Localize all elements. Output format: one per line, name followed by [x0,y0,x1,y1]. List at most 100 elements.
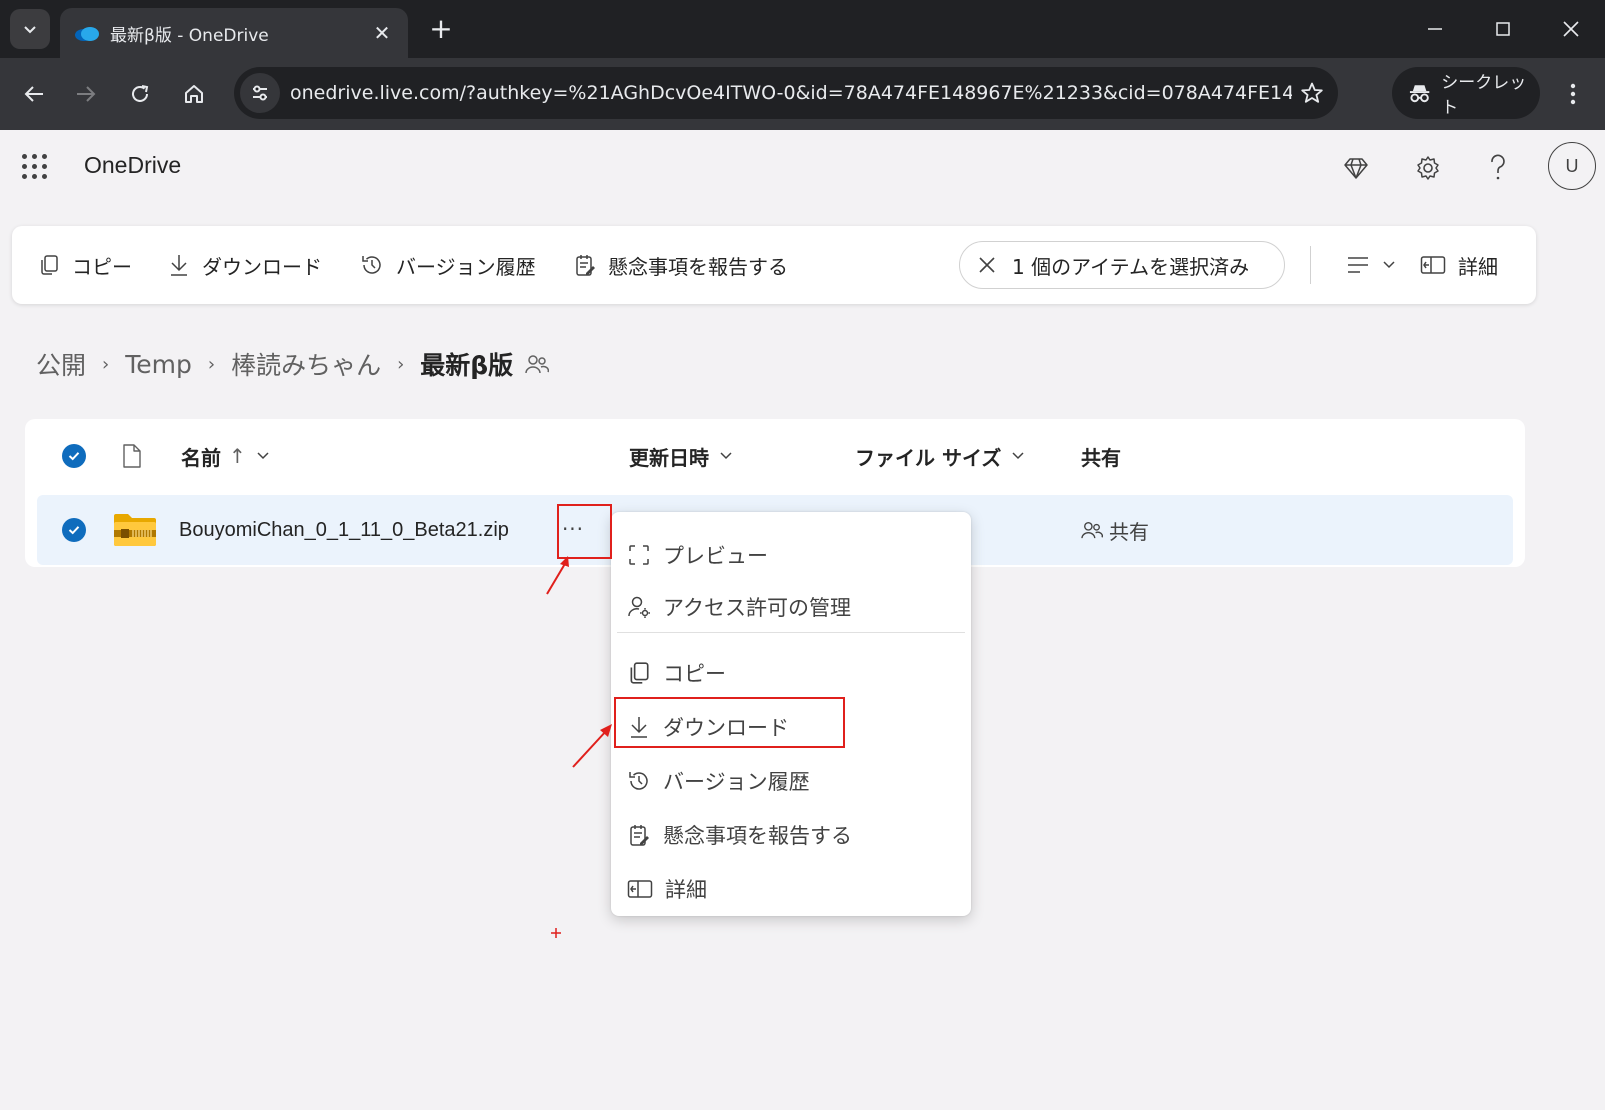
bookmark-button[interactable] [1292,73,1332,113]
list-view-icon [1348,257,1368,273]
avatar[interactable]: U [1548,142,1596,190]
browser-toolbar: onedrive.live.com/?authkey=%21AGhDcvOe4I… [0,58,1605,130]
chevron-down-icon [24,26,36,34]
url-text[interactable]: onedrive.live.com/?authkey=%21AGhDcvOe4I… [290,82,1292,104]
row-checkbox[interactable] [62,518,86,542]
download-label: ダウンロード [202,254,322,279]
download-command[interactable]: ダウンロード [168,226,322,304]
chevron-down-icon [1012,452,1024,460]
app-brand[interactable]: OneDrive [84,152,181,179]
browser-menu-button[interactable] [1558,76,1588,112]
minimize-button[interactable] [1420,14,1450,44]
menu-item-label: 懸念事項を報告する [663,824,852,848]
close-window-button[interactable] [1556,14,1586,44]
browser-tab[interactable]: 最新β版 - OneDrive ✕ [60,8,408,58]
details-command[interactable]: 詳細 [1420,226,1498,304]
gear-icon [1417,156,1439,180]
report-label: 懸念事項を報告する [608,254,788,279]
column-modified[interactable]: 更新日時 [629,419,733,493]
address-bar[interactable]: onedrive.live.com/?authkey=%21AGhDcvOe4I… [234,67,1338,119]
menu-item-manage-access[interactable]: アクセス許可の管理 [611,581,971,633]
checkmark-icon [68,526,80,535]
close-icon [1563,21,1579,37]
version-history-command[interactable]: バージョン履歴 [360,226,536,304]
menu-item-details[interactable]: 詳細 [611,863,971,915]
back-button[interactable] [16,76,52,112]
tab-title: 最新β版 - OneDrive [110,25,269,46]
settings-button[interactable] [1408,148,1448,188]
history-icon [362,256,381,274]
selection-pill[interactable]: 1 個のアイテムを選択済み [959,241,1285,289]
column-sharing[interactable]: 共有 [1081,419,1121,493]
chevron-down-icon [720,452,732,460]
select-all-checkbox[interactable] [62,444,86,468]
view-options-button[interactable] [1346,226,1408,304]
menu-item-report[interactable]: 懸念事項を報告する [611,809,971,861]
breadcrumb: 公開 › Temp › 棒読みちゃん › 最新β版 [36,344,550,384]
column-name[interactable]: 名前 ↑ [181,419,270,493]
shared-people-icon[interactable] [525,353,550,375]
file-type-icon [123,444,141,468]
breadcrumb-item[interactable]: Temp [125,350,192,379]
home-icon [185,85,203,103]
home-button[interactable] [176,76,212,112]
maximize-button[interactable] [1488,14,1518,44]
incognito-label: シークレット [1441,73,1527,118]
diamond-icon [1344,158,1368,179]
maximize-icon [1496,22,1510,36]
command-bar: コピー ダウンロード バージョン履歴 懸念事項を報告する 1 個のアイテムを選択… [12,226,1536,304]
menu-item-copy[interactable]: コピー [611,647,971,699]
chevron-right-icon: › [207,353,216,375]
menu-item-label: コピー [663,662,726,686]
breadcrumb-item[interactable]: 棒読みちゃん [231,346,381,382]
menu-item-version-history[interactable]: バージョン履歴 [611,755,971,807]
help-button[interactable] [1478,148,1518,188]
details-label: 詳細 [1458,254,1498,279]
zip-folder-icon [114,514,156,546]
breadcrumb-item[interactable]: 公開 [36,346,86,382]
history-icon [629,772,648,790]
menu-item-preview[interactable]: プレビュー [611,529,971,581]
tune-icon [253,85,267,101]
column-modified-label: 更新日時 [629,445,709,470]
copy-command[interactable]: コピー [38,226,132,304]
column-name-label: 名前 [181,445,221,470]
report-icon [576,255,595,276]
chevron-down-icon [257,452,269,460]
tab-search-button[interactable] [10,9,50,49]
column-sharing-label: 共有 [1081,445,1121,470]
shared-people-icon [1081,522,1103,539]
premium-button[interactable] [1336,148,1376,188]
browser-tabbar: 最新β版 - OneDrive ✕ + [0,0,1605,58]
preview-icon [629,545,649,565]
reload-icon [132,85,149,102]
menu-divider [617,632,965,633]
download-icon [171,255,187,276]
command-divider [1310,246,1311,284]
incognito-badge[interactable]: シークレット [1392,67,1540,119]
reload-button[interactable] [122,76,158,112]
report-icon [630,825,649,846]
chevron-right-icon: › [102,353,110,375]
tab-close-icon[interactable]: ✕ [370,21,394,45]
chevron-down-icon [1383,261,1395,269]
selection-label: 1 個のアイテムを選択済み [1012,254,1250,279]
copy-icon [41,255,58,275]
person-settings-icon [628,596,650,618]
column-size-label: ファイル サイズ [855,445,1002,470]
forward-button[interactable] [68,76,104,112]
arrow-left-icon [24,86,43,102]
annotation-box-download [614,697,845,748]
onedrive-cloud-icon [75,27,99,41]
annotation-box-more [557,504,612,559]
new-tab-button[interactable]: + [424,12,458,46]
details-pane-icon [627,880,653,898]
sharing-status: 共有 [1081,495,1149,565]
app-launcher-icon[interactable] [20,152,50,182]
star-icon [1301,82,1323,103]
column-size[interactable]: ファイル サイズ [855,419,1025,493]
file-name[interactable]: BouyomiChan_0_1_11_0_Beta21.zip [179,495,509,565]
site-info-button[interactable] [240,73,280,113]
more-vertical-icon [1570,83,1576,105]
report-command[interactable]: 懸念事項を報告する [574,226,788,304]
